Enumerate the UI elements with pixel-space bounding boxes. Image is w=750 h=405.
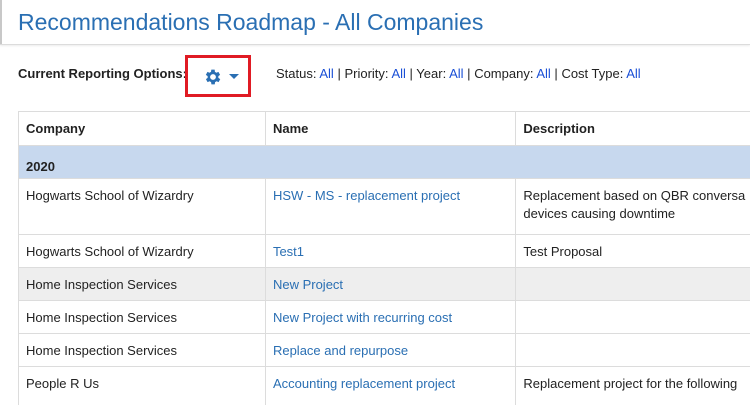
table-row: Home Inspection Services New Project: [18, 267, 750, 301]
year-group-label: 2020: [18, 145, 750, 179]
filter-year-label: Year:: [416, 66, 447, 81]
company-cell: People R Us: [18, 366, 266, 405]
year-group-row: 2020: [18, 145, 750, 179]
filter-separator: |: [554, 66, 558, 81]
caret-down-icon: [229, 74, 239, 79]
filter-company-link[interactable]: All: [536, 66, 550, 81]
filter-status-label: Status:: [276, 66, 317, 81]
table-row: Home Inspection Services Replace and rep…: [18, 333, 750, 367]
page-title: Recommendations Roadmap - All Companies: [18, 9, 484, 35]
filter-summary: Status: All | Priority: All | Year: All …: [276, 66, 641, 81]
table-row: People R Us Accounting replacement proje…: [18, 366, 750, 405]
page: Recommendations Roadmap - All Companies …: [0, 0, 750, 405]
filter-priority-link[interactable]: All: [391, 66, 405, 81]
description-cell: [515, 300, 750, 334]
table-row: Hogwarts School of Wizardry HSW - MS - r…: [18, 178, 750, 235]
company-cell: Home Inspection Services: [18, 300, 266, 334]
description-line: Replacement project for the following: [523, 376, 738, 391]
name-cell: New Project with recurring cost: [264, 300, 517, 334]
gear-icon: [205, 69, 221, 85]
table-row: Hogwarts School of Wizardry Test1 Test P…: [18, 234, 750, 268]
project-link[interactable]: HSW - MS - replacement project: [273, 188, 460, 203]
name-cell: New Project: [264, 267, 517, 301]
filter-company-label: Company:: [474, 66, 534, 81]
description-cell: [515, 333, 750, 367]
name-cell: Test1: [264, 234, 517, 268]
description-line: devices causing downtime: [523, 206, 676, 221]
filter-year-link[interactable]: All: [449, 66, 463, 81]
filter-status-link[interactable]: All: [319, 66, 333, 81]
recommendations-table: Company Name Description 2020 Hogwarts S…: [18, 111, 750, 405]
project-link[interactable]: Replace and repurpose: [273, 343, 408, 358]
table-header-row: Company Name Description: [18, 111, 750, 146]
description-cell: Replacement based on QBR conversa device…: [515, 178, 750, 235]
name-cell: HSW - MS - replacement project: [264, 178, 517, 235]
company-cell: Hogwarts School of Wizardry: [18, 234, 266, 268]
project-link[interactable]: Accounting replacement project: [273, 376, 455, 391]
company-cell: Home Inspection Services: [18, 267, 266, 301]
reporting-options-button[interactable]: [185, 55, 251, 97]
filter-cost-type-label: Cost Type:: [561, 66, 624, 81]
name-cell: Accounting replacement project: [264, 366, 517, 405]
title-bar: Recommendations Roadmap - All Companies: [0, 0, 750, 45]
project-link[interactable]: New Project: [273, 277, 343, 292]
project-link[interactable]: New Project with recurring cost: [273, 310, 452, 325]
company-cell: Hogwarts School of Wizardry: [18, 178, 266, 235]
column-header-description[interactable]: Description: [515, 111, 750, 146]
table-row: Home Inspection Services New Project wit…: [18, 300, 750, 334]
filter-separator: |: [409, 66, 413, 81]
description-cell: [515, 267, 750, 301]
description-cell: Test Proposal: [515, 234, 750, 268]
reporting-options-row: Current Reporting Options: Status: All |…: [0, 52, 750, 98]
project-link[interactable]: Test1: [273, 244, 304, 259]
filter-priority-label: Priority:: [344, 66, 389, 81]
description-line: Test Proposal: [523, 244, 603, 259]
column-header-company[interactable]: Company: [18, 111, 266, 146]
description-cell: Replacement project for the following: [515, 366, 750, 405]
filter-cost-type-link[interactable]: All: [626, 66, 640, 81]
company-cell: Home Inspection Services: [18, 333, 266, 367]
filter-separator: |: [337, 66, 341, 81]
left-edge: [0, 0, 2, 44]
reporting-options-label: Current Reporting Options:: [18, 66, 187, 81]
filter-separator: |: [467, 66, 471, 81]
name-cell: Replace and repurpose: [264, 333, 517, 367]
column-header-name[interactable]: Name: [264, 111, 517, 146]
